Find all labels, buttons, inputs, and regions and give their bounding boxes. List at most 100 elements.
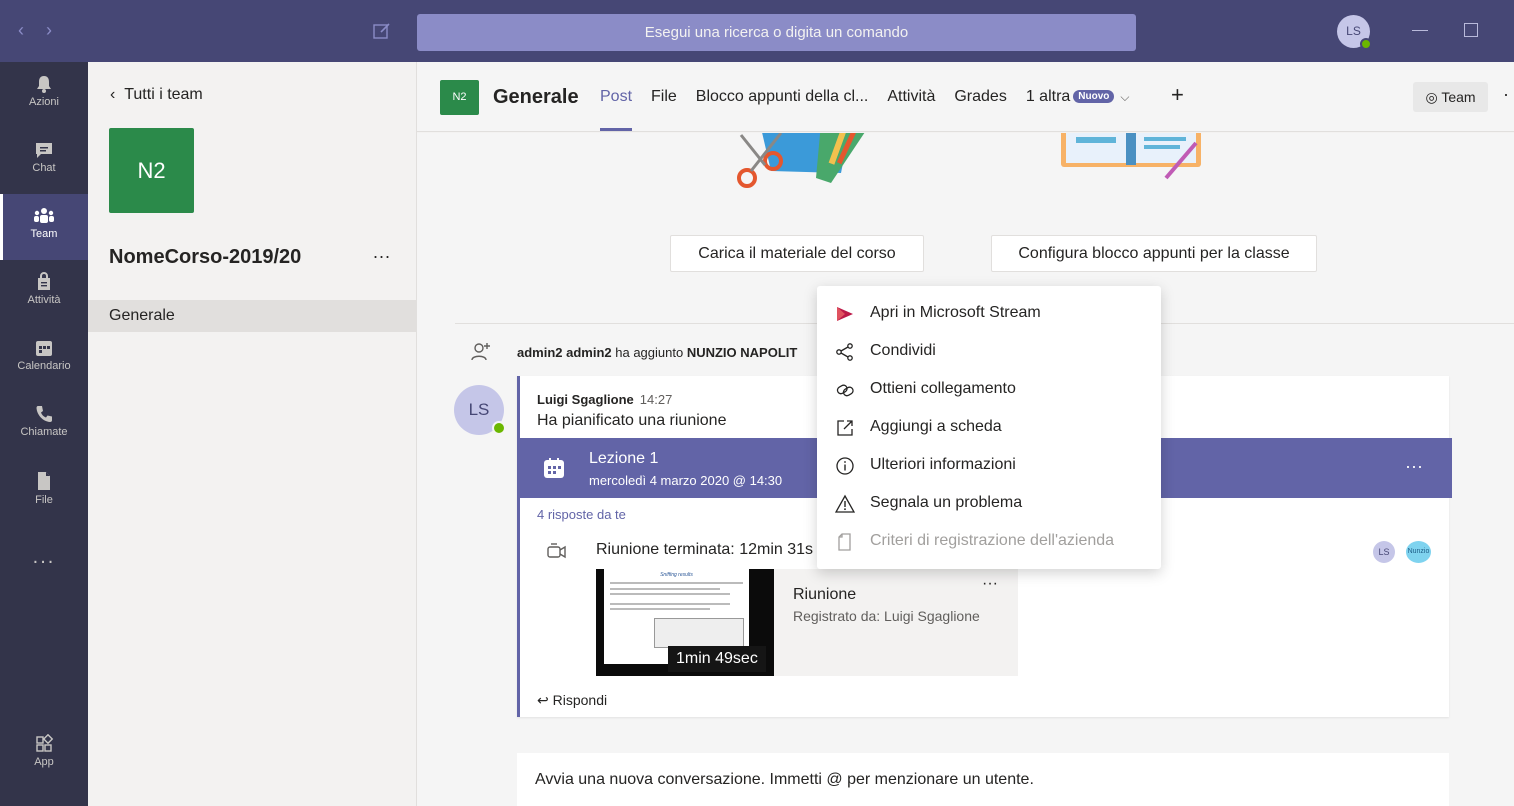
rail-label: Azioni [29, 96, 59, 108]
team-avatar: N2 [109, 128, 194, 213]
user-avatar[interactable]: LS [1337, 15, 1372, 50]
recording-card[interactable]: Sniffing results 1min 49sec Riunione Reg… [596, 569, 1018, 676]
tab-more-label: 1 altra [1025, 88, 1071, 105]
user-initials: LS [1346, 24, 1361, 38]
rail-label: Calendario [17, 360, 71, 372]
menu-item-report-problem[interactable]: Segnala un problema [817, 485, 1161, 523]
maximize-button[interactable] [1464, 23, 1478, 37]
search-input[interactable]: Esegui una ricerca o digita un comando [417, 14, 1136, 51]
menu-item-label: Aggiungi a scheda [870, 418, 1002, 435]
menu-item-open-stream[interactable]: Apri in Microsoft Stream [817, 295, 1161, 333]
reply-label: Rispondi [552, 692, 608, 708]
meeting-more-button[interactable]: ··· [1405, 456, 1423, 477]
menu-item-share[interactable]: Condividi [817, 333, 1161, 371]
channel-title: Generale [493, 86, 579, 108]
compose-icon[interactable] [372, 21, 392, 41]
rail-label: App [34, 756, 54, 768]
rail-item-calendario[interactable]: Calendario [0, 326, 88, 392]
history-nav[interactable]: ‹› [18, 20, 74, 41]
channel-item-generale[interactable]: Generale [88, 300, 416, 332]
system-message-text: ha aggiunto [611, 345, 687, 360]
add-tab-button[interactable]: + [1171, 82, 1184, 108]
setup-notebook-button[interactable]: Configura blocco appunti per la classe [991, 235, 1317, 272]
new-badge: Nuovo [1073, 90, 1115, 103]
all-teams-label: Tutti i team [124, 86, 203, 103]
recording-context-menu: Apri in Microsoft Stream Condividi Ottie… [817, 286, 1161, 569]
post-author[interactable]: Luigi Sgaglione [537, 392, 634, 407]
author-avatar[interactable]: LS [454, 385, 506, 435]
rail-item-chiamate[interactable]: Chiamate [0, 392, 88, 458]
team-icon [34, 208, 54, 223]
tab-attivita[interactable]: Attività [887, 88, 935, 106]
author-initials: LS [468, 400, 490, 419]
participant-avatar[interactable]: Nunzio [1406, 541, 1431, 563]
tab-grades[interactable]: Grades [954, 88, 1006, 106]
rail-item-team[interactable]: Team [0, 194, 88, 260]
rail-label: Chat [32, 162, 56, 174]
reply-arrow-icon: ↩ [537, 692, 553, 708]
notebook-illustration [1061, 133, 1201, 180]
rail-item-app[interactable]: App [0, 722, 88, 788]
upload-materials-button[interactable]: Carica il materiale del corso [670, 235, 924, 272]
tab-more[interactable]: 1 altra Nuovo ⌵ [1026, 88, 1130, 106]
document-icon [838, 533, 851, 551]
all-teams-link[interactable]: ‹ Tutti i team [110, 86, 203, 104]
file-icon [38, 472, 50, 490]
channel-avatar: N2 [440, 80, 479, 115]
channel-tabs: Post File Blocco appunti della cl... Att… [600, 88, 1149, 131]
tab-notebook[interactable]: Blocco appunti della cl... [696, 88, 869, 106]
title-bar: ‹› Esegui una ricerca o digita un comand… [0, 0, 1514, 62]
rail-label: Team [30, 228, 58, 240]
recording-author: Registrato da: Luigi Sgaglione [793, 608, 980, 624]
rail-item-chat[interactable]: Chat [0, 128, 88, 194]
tab-post[interactable]: Post [600, 88, 633, 131]
recording-more-button[interactable]: ··· [982, 575, 998, 593]
header-more-button[interactable]: · [1503, 84, 1509, 105]
channel-header: N2 Generale Post File Blocco appunti del… [417, 62, 1514, 132]
more-apps-button[interactable]: ... [0, 546, 88, 569]
link-icon [836, 384, 854, 397]
rail-item-file[interactable]: File [0, 458, 88, 524]
participant-avatar[interactable]: LS [1373, 541, 1395, 563]
info-icon [836, 457, 854, 475]
menu-item-label: Criteri di registrazione dell'azienda [870, 532, 1115, 549]
team-button[interactable]: ◎ Team [1413, 82, 1488, 112]
minimize-button[interactable] [1412, 30, 1428, 31]
menu-item-label: Segnala un problema [870, 494, 1023, 511]
menu-item-recording-policy: Criteri di registrazione dell'azienda [817, 523, 1161, 561]
back-arrow-icon[interactable]: ‹ [18, 20, 46, 40]
replies-link[interactable]: 4 risposte da te [537, 507, 626, 522]
chevron-left-icon: ‹ [110, 86, 125, 103]
team-name: NomeCorso-2019/20 [109, 246, 302, 268]
calendar-icon [36, 341, 52, 356]
team-more-button[interactable]: ... [373, 242, 391, 263]
reply-button[interactable]: ↩ Rispondi [537, 692, 607, 709]
menu-item-add-tab[interactable]: Aggiungi a scheda [817, 409, 1161, 447]
recording-thumbnail[interactable]: Sniffing results 1min 49sec [596, 569, 774, 676]
eye-icon: ◎ [1425, 89, 1442, 105]
share-icon [836, 343, 853, 361]
new-conversation-input[interactable]: Avvia una nuova conversazione. Immetti @… [517, 753, 1449, 806]
warning-icon [835, 494, 855, 513]
system-message: admin2 admin2 ha aggiunto NUNZIO NAPOLIT [517, 345, 797, 360]
preview-lines [610, 582, 743, 584]
preview-lines [610, 588, 720, 590]
rail-item-azioni[interactable]: Azioni [0, 62, 88, 128]
recording-title: Riunione [793, 586, 857, 603]
preview-window [654, 618, 744, 648]
tab-file[interactable]: File [651, 88, 677, 106]
menu-item-get-link[interactable]: Ottieni collegamento [817, 371, 1161, 409]
preview-lines [610, 593, 730, 595]
apps-icon [36, 734, 54, 752]
rail-label: Chiamate [20, 426, 68, 438]
open-external-icon [837, 420, 853, 436]
rail-item-attivita[interactable]: Attività [0, 260, 88, 326]
menu-item-label: Condividi [870, 342, 936, 359]
menu-item-label: Ulteriori informazioni [870, 456, 1016, 473]
team-panel: ‹ Tutti i team N2 NomeCorso-2019/20 ... … [88, 62, 417, 806]
menu-item-more-info[interactable]: Ulteriori informazioni [817, 447, 1161, 485]
recording-duration: 1min 49sec [668, 646, 766, 672]
forward-arrow-icon[interactable]: › [46, 20, 74, 40]
video-call-icon [547, 543, 566, 559]
system-message-target: NUNZIO NAPOLIT [686, 345, 798, 360]
